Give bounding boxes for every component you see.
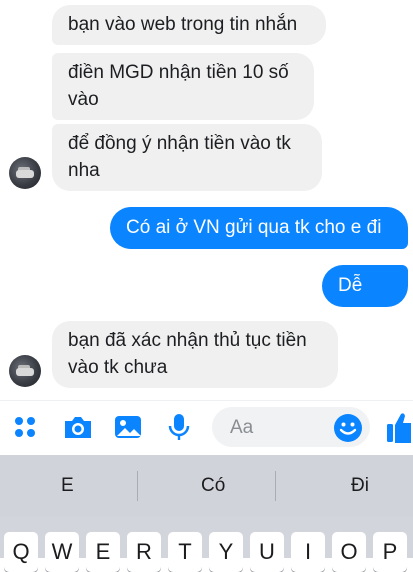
key-w[interactable]: W [45,532,79,572]
message-outgoing[interactable]: Có ai ở VN gửi qua tk cho e đi [110,207,408,249]
message-input-placeholder: Aa [230,417,254,438]
suggestion-1[interactable]: E [61,475,74,497]
suggestion-3[interactable]: Đi [351,475,369,497]
key-p[interactable]: P [373,532,407,572]
apps-icon[interactable] [11,413,39,441]
message-outgoing[interactable]: Dễ mà [322,265,408,326]
thumbs-up-icon[interactable] [386,410,413,444]
key-o[interactable]: O [332,532,366,572]
gallery-icon[interactable] [113,413,143,441]
suggestion-2[interactable]: Có [201,475,225,497]
camera-icon[interactable] [62,413,94,441]
emoji-icon[interactable] [333,413,363,443]
microphone-icon[interactable] [167,413,191,441]
key-y[interactable]: Y [209,532,243,572]
key-u[interactable]: U [250,532,284,572]
key-e[interactable]: E [86,532,120,572]
contact-avatar[interactable] [9,355,41,387]
key-i[interactable]: I [291,532,325,572]
message-incoming[interactable]: bạn vào web trong tin nhắn [52,5,326,45]
message-incoming[interactable]: để đồng ý nhận tiền vào tk nha [52,124,322,191]
chat-thread: bạn vào web trong tin nhắn điền MGD nhận… [0,0,413,400]
message-incoming[interactable]: điền MGD nhận tiền 10 số vào [52,53,314,120]
key-t[interactable]: T [168,532,202,572]
contact-avatar[interactable] [9,157,41,189]
key-q[interactable]: Q [4,532,38,572]
message-incoming[interactable]: bạn đã xác nhận thủ tục tiền vào tk chưa [52,321,338,388]
keyboard-suggestion-bar: E Có Đi [0,455,413,517]
key-r[interactable]: R [127,532,161,572]
